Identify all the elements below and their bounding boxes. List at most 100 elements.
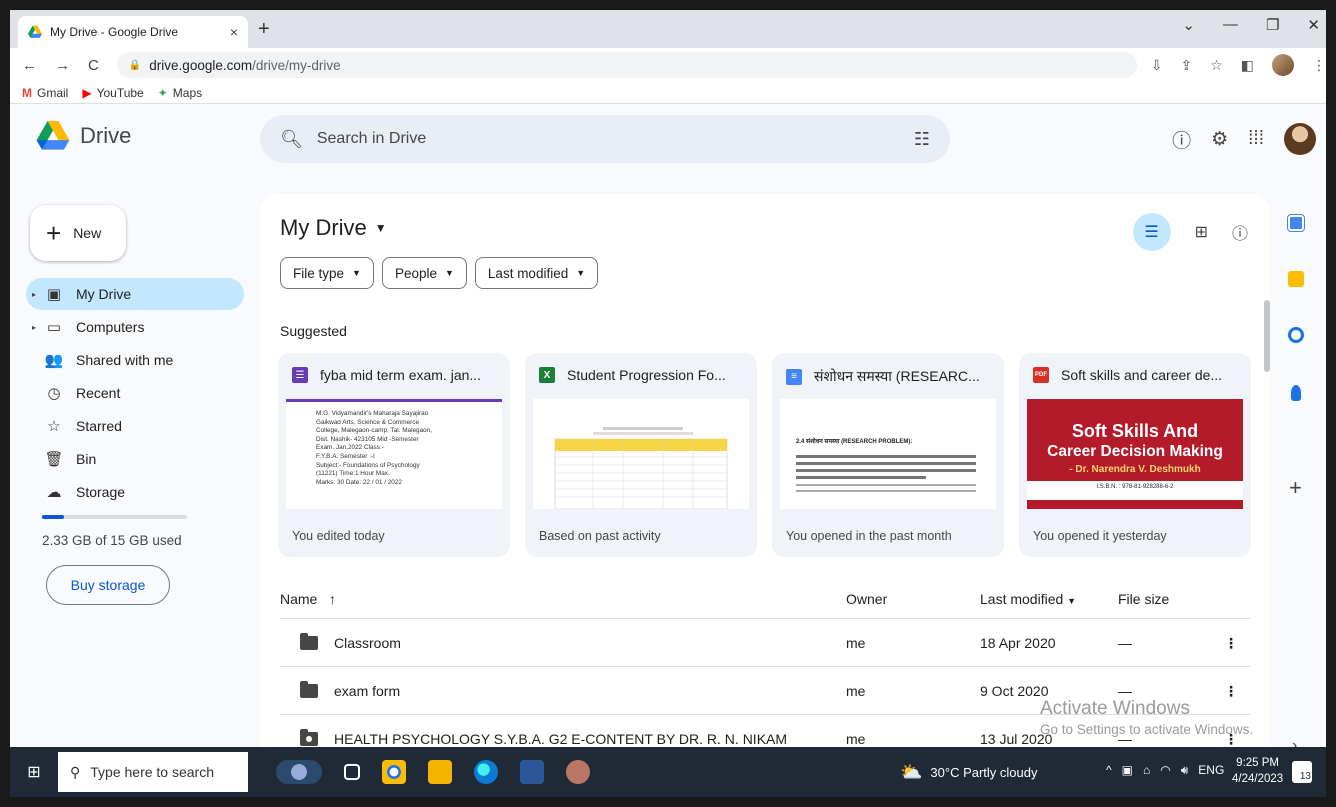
bookmark-youtube[interactable]: ▶ YouTube — [82, 86, 143, 100]
col-name[interactable]: Name ↑ — [280, 591, 336, 607]
bookmark-gmail[interactable]: M Gmail — [22, 86, 68, 100]
bookmark-star-icon[interactable]: ☆ — [1210, 57, 1223, 74]
search-bar[interactable]: 🔍︎ Search in Drive ☷ — [260, 115, 950, 163]
wifi-icon[interactable]: ◠ — [1160, 763, 1170, 778]
volume-icon[interactable]: 🔊︎ — [1181, 763, 1189, 778]
thumb-text-line: (11221) Time:1 Hour Max. — [316, 470, 390, 478]
spreadsheet-preview — [554, 427, 728, 509]
nav-item-recent[interactable]: ◷ Recent — [26, 377, 244, 409]
nav-item-my-drive[interactable]: ▸ ▣ My Drive — [26, 278, 244, 310]
edge-icon[interactable] — [474, 760, 498, 784]
settings-icon[interactable]: ⚙ — [1211, 128, 1228, 151]
suggested-card[interactable]: ≡ संशोधन समस्या (RESEARC... 2.4 संशोधन सम… — [772, 353, 1004, 557]
tasks-icon[interactable] — [1288, 327, 1304, 343]
share-icon[interactable]: ⇪ — [1180, 57, 1192, 74]
details-icon[interactable]: ⓘ — [1232, 220, 1248, 244]
add-addon-icon[interactable]: + — [1289, 475, 1302, 501]
buy-storage-button[interactable]: Buy storage — [46, 565, 170, 605]
minimize-button[interactable]: — — [1223, 16, 1238, 34]
chevron-up-icon[interactable]: ^ — [1106, 763, 1112, 778]
nav-item-storage[interactable]: ☁ Storage — [26, 476, 244, 508]
file-row[interactable]: Classroom me 18 Apr 2020 — ⋮ — [280, 619, 1250, 667]
widgets-icon[interactable] — [276, 760, 322, 784]
col-last-modified[interactable]: Last modified ▼ — [980, 591, 1076, 607]
close-window-button[interactable]: ✕ — [1307, 16, 1320, 34]
url-path: /drive/my-drive — [252, 57, 341, 73]
browser-toolbar: ← → C 🔒 drive.google.com /drive/my-drive… — [10, 48, 1326, 82]
suggested-card[interactable]: X Student Progression Fo... Based on pas… — [525, 353, 757, 557]
file-explorer-icon[interactable] — [428, 760, 452, 784]
network-icon[interactable]: ⌂ — [1143, 763, 1150, 778]
search-icon[interactable]: 🔍︎ — [280, 129, 303, 150]
chrome-icon[interactable] — [382, 760, 406, 784]
notification-icon[interactable]: 13 — [1292, 761, 1312, 783]
forward-icon[interactable]: → — [55, 57, 70, 74]
menu-icon[interactable]: ⋮ — [1312, 57, 1326, 74]
nav-item-shared-with-me[interactable]: 👥 Shared with me — [26, 344, 244, 376]
thumb-text-line: Dist. Nashik- 423105 Mid -Semester — [316, 435, 419, 443]
nav-label: My Drive — [76, 286, 132, 302]
suggested-card[interactable]: ☰ fyba mid term exam. jan... M.G. Vidyama… — [278, 353, 510, 557]
col-file-size: File size — [1118, 591, 1170, 607]
reload-icon[interactable]: C — [88, 57, 99, 74]
contacts-icon[interactable] — [1291, 385, 1301, 401]
help-icon[interactable]: ⓘ — [1172, 126, 1191, 153]
expand-caret-icon[interactable]: ▸ — [32, 323, 40, 332]
new-tab-button[interactable]: + — [258, 18, 270, 41]
suggested-heading: Suggested — [280, 323, 347, 339]
grid-view-icon[interactable]: ⊞ — [1195, 222, 1208, 242]
sort-arrow-icon[interactable]: ↑ — [329, 591, 336, 607]
tray-app-icon[interactable]: ▣ — [1122, 763, 1133, 778]
new-button[interactable]: + New — [30, 205, 126, 261]
lock-icon: 🔒 — [128, 59, 142, 71]
filter-file-type[interactable]: File type ▼ — [280, 257, 374, 289]
task-view-icon[interactable] — [344, 764, 360, 780]
filter-people[interactable]: People ▼ — [381, 257, 467, 289]
tab-strip: My Drive - Google Drive × + ⌄ — ❐ ✕ — [10, 10, 1326, 48]
plus-icon: + — [46, 217, 62, 248]
word-icon[interactable] — [520, 760, 544, 784]
address-bar[interactable]: 🔒 drive.google.com /drive/my-drive — [116, 52, 1137, 78]
clock[interactable]: 9:25 PM 4/24/2023 — [1232, 755, 1283, 787]
search-input[interactable]: Search in Drive — [317, 130, 914, 148]
nav-item-computers[interactable]: ▸ ▭ Computers — [26, 311, 244, 343]
taskbar-search[interactable]: ⚲ Type here to search — [58, 752, 248, 792]
clock-icon: ◷ — [47, 385, 61, 402]
search-options-icon[interactable]: ☷ — [914, 129, 930, 150]
drive-app: Drive 🔍︎ Search in Drive ☷ ⓘ ⚙ ⁞⁞⁞ + New… — [10, 105, 1326, 754]
nav-label: Starred — [76, 418, 122, 434]
col-owner: Owner — [846, 591, 888, 607]
keep-icon[interactable] — [1288, 271, 1304, 287]
back-icon[interactable]: ← — [22, 57, 37, 74]
page-title[interactable]: My Drive ▼ — [280, 215, 387, 241]
tab-search-icon[interactable]: ⌄ — [1182, 16, 1195, 34]
windows-start-icon[interactable]: ⊞ — [10, 747, 58, 797]
profile-avatar[interactable] — [1272, 54, 1294, 76]
screen: My Drive - Google Drive × + ⌄ — ❐ ✕ ← → … — [10, 10, 1326, 797]
install-app-icon[interactable]: ⇩ — [1151, 57, 1163, 74]
expand-caret-icon[interactable]: ▸ — [32, 290, 40, 299]
language-indicator[interactable]: ENG — [1198, 763, 1224, 778]
drive-icon: ▣ — [46, 286, 62, 303]
weather-widget[interactable]: ⛅ 30°C Partly cloudy — [900, 762, 1038, 783]
file-owner: me — [846, 683, 866, 699]
browser-tab[interactable]: My Drive - Google Drive × — [18, 16, 248, 48]
drive-logo[interactable]: Drive — [36, 121, 131, 151]
paint-app-icon[interactable] — [566, 760, 590, 784]
nav-item-starred[interactable]: ☆ Starred — [26, 410, 244, 442]
list-view-icon[interactable]: ☰ — [1132, 213, 1171, 251]
tab-close-icon[interactable]: × — [230, 24, 238, 40]
nav-item-bin[interactable]: 🗑 Bin — [26, 443, 244, 475]
side-panel-icon[interactable]: ◧ — [1241, 57, 1254, 74]
search-icon: ⚲ — [70, 763, 81, 780]
apps-grid-icon[interactable]: ⁞⁞⁞ — [1248, 128, 1264, 150]
file-name: exam form — [334, 683, 401, 699]
more-actions-icon[interactable]: ⋮ — [1224, 635, 1238, 652]
filter-last-modified[interactable]: Last modified ▼ — [474, 257, 599, 289]
bookmark-maps[interactable]: ✦ Maps — [158, 86, 202, 100]
restore-button[interactable]: ❐ — [1266, 16, 1279, 34]
suggested-card[interactable]: PDF Soft skills and career de... Soft Ski… — [1019, 353, 1251, 557]
people-icon: 👥 — [44, 352, 64, 369]
calendar-icon[interactable] — [1287, 214, 1305, 232]
youtube-icon: ▶ — [82, 85, 92, 100]
